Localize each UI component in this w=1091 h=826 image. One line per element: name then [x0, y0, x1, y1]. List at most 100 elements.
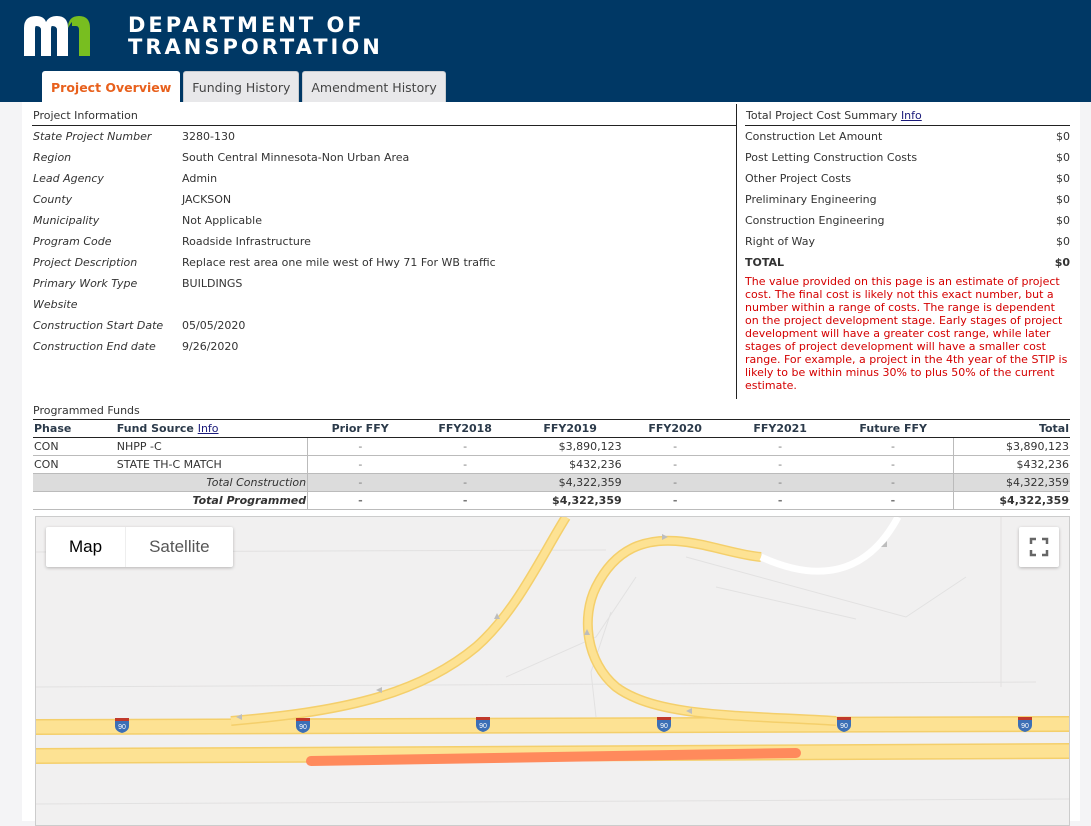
mn-logo-icon[interactable] [24, 14, 90, 56]
column-divider [736, 104, 737, 399]
cell-ffy2018: - [412, 455, 518, 474]
cost-label: Right of Way [745, 235, 815, 248]
cost-row-other-project-costs: Other Project Costs $0 [745, 168, 1070, 189]
total-programmed-label: Total Programmed [33, 491, 309, 510]
cost-row-post-letting: Post Letting Construction Costs $0 [745, 147, 1070, 168]
map-type-map-button[interactable]: Map [46, 527, 127, 567]
info-value: Admin [182, 172, 218, 185]
cell-future: - [832, 437, 954, 456]
cost-total-label: TOTAL [745, 256, 785, 269]
cell-prior: - [307, 491, 413, 510]
cell-phase: CON [33, 455, 116, 474]
cost-label: Preliminary Engineering [745, 193, 877, 206]
info-row-municipality: Municipality Not Applicable [32, 210, 736, 231]
cell-phase: CON [33, 437, 116, 456]
cell-future: - [832, 455, 954, 474]
fullscreen-icon [1029, 537, 1049, 557]
cell-ffy2019: $4,322,359 [517, 473, 623, 492]
info-row-construction-end-date: Construction End date 9/26/2020 [32, 336, 736, 357]
info-row-program-code: Program Code Roadside Infrastructure [32, 231, 736, 252]
table-row: CON STATE TH-C MATCH - - $432,236 - - - … [33, 455, 1070, 474]
svg-text:90: 90 [1021, 723, 1029, 730]
total-construction-label: Total Construction [33, 473, 309, 492]
info-row-state-project-number: State Project Number 3280-130 [32, 126, 736, 147]
info-label: State Project Number [33, 130, 152, 143]
cost-value: $0 [1056, 172, 1070, 185]
tab-project-overview[interactable]: Project Overview [42, 71, 181, 104]
info-row-website: Website [32, 294, 736, 315]
cell-prior: - [307, 437, 413, 456]
col-prior-ffy: Prior FFY [307, 420, 413, 438]
info-value: Not Applicable [182, 214, 262, 227]
cost-row-right-of-way: Right of Way $0 [745, 231, 1070, 252]
cell-ffy2020: - [622, 491, 728, 510]
cell-total: $4,322,359 [953, 491, 1070, 510]
cell-future: - [832, 473, 954, 492]
cell-prior: - [307, 455, 413, 474]
cost-value: $0 [1056, 151, 1070, 164]
col-fund-source: Fund Source Info [115, 420, 308, 438]
cell-ffy2020: - [622, 437, 728, 456]
svg-text:90: 90 [660, 723, 668, 730]
tab-amendment-history[interactable]: Amendment History [302, 71, 446, 102]
cost-label: Construction Engineering [745, 214, 885, 227]
interstate-90-shield-icon: 90 [115, 718, 129, 733]
interstate-90-shield-icon: 90 [296, 718, 310, 733]
cost-row-construction-engineering: Construction Engineering $0 [745, 210, 1070, 231]
brand-title: DEPARTMENT OF TRANSPORTATION [128, 14, 383, 58]
table-header-row: Phase Fund Source Info Prior FFY FFY2018… [33, 420, 1070, 438]
brand-line-1: DEPARTMENT OF [128, 13, 365, 37]
cost-summary-title: Total Project Cost Summary Info [745, 106, 1070, 126]
cell-fund-source: NHPP -C [115, 437, 309, 456]
interstate-90-shield-icon: 90 [1018, 717, 1032, 732]
col-ffy2018: FFY2018 [412, 420, 518, 438]
cell-prior: - [307, 473, 413, 492]
project-information: Project Information State Project Number… [32, 106, 736, 357]
cell-total: $4,322,359 [953, 473, 1070, 492]
info-label: Project Description [33, 256, 138, 269]
cost-disclaimer: The value provided on this page is an es… [745, 275, 1068, 392]
cell-ffy2021: - [727, 491, 833, 510]
total-construction-row: Total Construction - - $4,322,359 - - - … [33, 473, 1070, 492]
site-header: DEPARTMENT OF TRANSPORTATION Project Ove… [0, 0, 1091, 104]
cell-fund-source: STATE TH-C MATCH [115, 455, 309, 474]
fullscreen-button[interactable] [1019, 527, 1059, 567]
info-row-lead-agency: Lead Agency Admin [32, 168, 736, 189]
tab-funding-history[interactable]: Funding History [183, 71, 300, 102]
cost-value: $0 [1056, 193, 1070, 206]
info-value: South Central Minnesota-Non Urban Area [182, 151, 410, 164]
col-ffy2021: FFY2021 [727, 420, 833, 438]
svg-text:90: 90 [299, 724, 307, 731]
cell-ffy2021: - [727, 455, 833, 474]
programmed-funds-title: Programmed Funds [33, 402, 1070, 420]
map-type-satellite-button[interactable]: Satellite [126, 527, 232, 567]
cell-total: $3,890,123 [953, 437, 1070, 456]
info-row-county: County JACKSON [32, 189, 736, 210]
col-fund-source-label: Fund Source [116, 421, 194, 435]
info-value: Replace rest area one mile west of Hwy 7… [182, 256, 496, 269]
info-label: Lead Agency [33, 172, 104, 185]
cost-summary: Total Project Cost Summary Info Construc… [745, 106, 1070, 392]
cost-value: $0 [1056, 235, 1070, 248]
info-label: Construction Start Date [33, 319, 164, 332]
table-row: CON NHPP -C - - $3,890,123 - - - $3,890,… [33, 437, 1070, 456]
info-value: Roadside Infrastructure [182, 235, 311, 248]
cell-ffy2018: - [412, 437, 518, 456]
cost-label: Post Letting Construction Costs [745, 151, 918, 164]
svg-text:90: 90 [118, 724, 126, 731]
info-row-primary-work-type: Primary Work Type BUILDINGS [32, 273, 736, 294]
cost-label: Other Project Costs [745, 172, 852, 185]
project-map[interactable]: 90 90 90 90 90 90 Map Satellite [35, 516, 1070, 826]
fund-source-info-link[interactable]: Info [198, 422, 219, 435]
map-direction-arrows [236, 534, 887, 720]
info-label: Website [33, 298, 78, 311]
interstate-90-shield-icon: 90 [657, 717, 671, 732]
interstate-90-shield-icon: 90 [837, 717, 851, 732]
cost-summary-title-text: Total Project Cost Summary [746, 109, 898, 122]
col-phase: Phase [33, 420, 116, 438]
interstate-90-shield-icon: 90 [476, 717, 490, 732]
info-label: Program Code [33, 235, 112, 248]
info-label: Region [33, 151, 72, 164]
total-programmed-row: Total Programmed - - $4,322,359 - - - $4… [33, 491, 1070, 510]
cost-info-link[interactable]: Info [901, 109, 922, 122]
